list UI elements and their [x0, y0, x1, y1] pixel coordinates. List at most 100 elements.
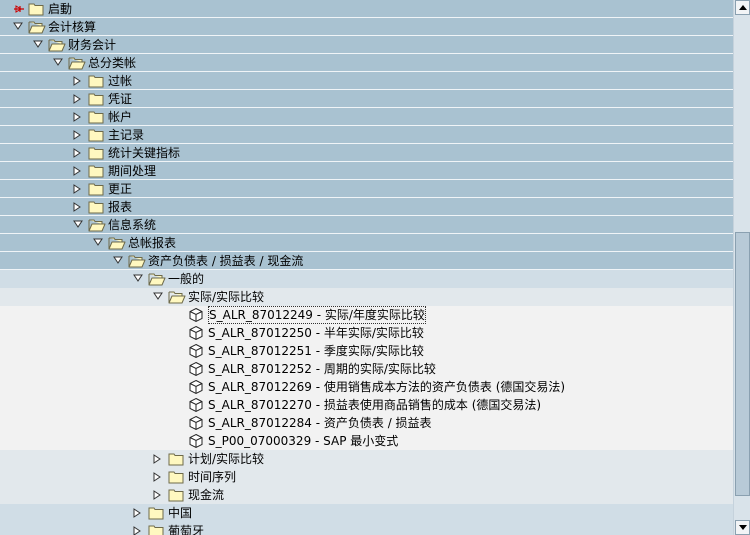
transaction-label[interactable]: S_ALR_87012252 - 周期的实际/实际比较: [208, 360, 436, 378]
folder-label[interactable]: 实际/实际比较: [188, 288, 264, 306]
tree-node[interactable]: 时间序列: [0, 468, 733, 486]
folder-label[interactable]: 时间序列: [188, 468, 236, 486]
tree-node[interactable]: 更正: [0, 180, 733, 198]
collapsed-toggle-icon[interactable]: [72, 90, 84, 108]
tree-node[interactable]: 总帐报表: [0, 234, 733, 252]
transaction-cube-icon: [188, 432, 206, 450]
collapsed-toggle-icon[interactable]: [72, 162, 84, 180]
folder-label[interactable]: 信息系统: [108, 216, 156, 234]
scroll-down-button[interactable]: [735, 520, 750, 535]
transaction-cube-icon: [188, 306, 206, 324]
folder-open-icon: [68, 54, 86, 72]
tree-node[interactable]: 葡萄牙: [0, 522, 733, 535]
tree-node[interactable]: 帐户: [0, 108, 733, 126]
folder-label[interactable]: 帐户: [108, 108, 132, 126]
tree-node[interactable]: 主记录: [0, 126, 733, 144]
tree-node[interactable]: S_ALR_87012270 - 损益表使用商品销售的成本 (德国交易法): [0, 396, 733, 414]
tree-node[interactable]: S_ALR_87012252 - 周期的实际/实际比较: [0, 360, 733, 378]
folder-label[interactable]: 主记录: [108, 126, 144, 144]
collapsed-toggle-icon[interactable]: [72, 108, 84, 126]
collapsed-toggle-icon[interactable]: [152, 468, 164, 486]
tree-node[interactable]: 统计关键指标: [0, 144, 733, 162]
expanded-toggle-icon[interactable]: [92, 234, 104, 252]
folder-open-icon: [28, 18, 46, 36]
collapsed-toggle-icon[interactable]: [152, 486, 164, 504]
folder-label[interactable]: 现金流: [188, 486, 224, 504]
collapsed-toggle-icon[interactable]: [72, 198, 84, 216]
tree-node[interactable]: 凭证: [0, 90, 733, 108]
tree-node[interactable]: S_ALR_87012269 - 使用销售成本方法的资产负债表 (德国交易法): [0, 378, 733, 396]
tree-node[interactable]: 期间处理: [0, 162, 733, 180]
expanded-toggle-icon[interactable]: [52, 54, 64, 72]
folder-label[interactable]: 期间处理: [108, 162, 156, 180]
transaction-cube-icon: [188, 378, 206, 396]
tree-node[interactable]: 启動: [0, 0, 733, 18]
tree-node[interactable]: 实际/实际比较: [0, 288, 733, 306]
folder-open-icon: [128, 252, 146, 270]
transaction-label[interactable]: S_ALR_87012270 - 损益表使用商品销售的成本 (德国交易法): [208, 396, 541, 414]
expanded-toggle-icon[interactable]: [12, 18, 24, 36]
tree-node[interactable]: S_ALR_87012250 - 半年实际/实际比较: [0, 324, 733, 342]
tree-node[interactable]: 一般的: [0, 270, 733, 288]
folder-label[interactable]: 资产负债表 / 损益表 / 现金流: [148, 252, 303, 270]
folder-closed-icon: [148, 504, 166, 522]
tree-node[interactable]: 现金流: [0, 486, 733, 504]
folder-label[interactable]: 总分类帐: [88, 54, 136, 72]
folder-label[interactable]: 会计核算: [48, 18, 96, 36]
tree-node[interactable]: 计划/实际比较: [0, 450, 733, 468]
folder-closed-icon: [168, 486, 186, 504]
folder-label[interactable]: 葡萄牙: [168, 522, 204, 535]
collapsed-toggle-icon[interactable]: [132, 522, 144, 535]
collapsed-toggle-icon[interactable]: [72, 144, 84, 162]
tree-node[interactable]: 资产负债表 / 损益表 / 现金流: [0, 252, 733, 270]
tree-node[interactable]: S_ALR_87012284 - 资产负债表 / 损益表: [0, 414, 733, 432]
expanded-toggle-icon[interactable]: [32, 36, 44, 54]
scrollbar-thumb[interactable]: [735, 232, 750, 496]
collapsed-toggle-icon[interactable]: [72, 180, 84, 198]
folder-label[interactable]: 一般的: [168, 270, 204, 288]
tree-node[interactable]: 会计核算: [0, 18, 733, 36]
folder-label[interactable]: 报表: [108, 198, 132, 216]
tree-node[interactable]: 总分类帐: [0, 54, 733, 72]
vertical-scrollbar[interactable]: [733, 0, 750, 535]
folder-label[interactable]: 中国: [168, 504, 192, 522]
expanded-toggle-icon[interactable]: [132, 270, 144, 288]
expanded-toggle-icon[interactable]: [152, 288, 164, 306]
tree-node[interactable]: 报表: [0, 198, 733, 216]
transaction-label[interactable]: S_ALR_87012284 - 资产负债表 / 损益表: [208, 414, 432, 432]
folder-label[interactable]: 启動: [48, 0, 72, 18]
folder-label[interactable]: 更正: [108, 180, 132, 198]
tree-node[interactable]: S_ALR_87012251 - 季度实际/实际比较: [0, 342, 733, 360]
folder-label[interactable]: 凭证: [108, 90, 132, 108]
tree-node[interactable]: 信息系统: [0, 216, 733, 234]
folder-closed-icon: [88, 72, 106, 90]
transaction-label[interactable]: S_ALR_87012249 - 实际/年度实际比较: [208, 306, 426, 324]
collapsed-toggle-icon[interactable]: [132, 504, 144, 522]
folder-open-icon: [88, 216, 106, 234]
expanded-toggle-icon[interactable]: [72, 216, 84, 234]
transaction-label[interactable]: S_ALR_87012269 - 使用销售成本方法的资产负债表 (德国交易法): [208, 378, 565, 396]
tree-node[interactable]: S_P00_07000329 - SAP 最小变式: [0, 432, 733, 450]
tree-node[interactable]: 中国: [0, 504, 733, 522]
folder-label[interactable]: 统计关键指标: [108, 144, 180, 162]
folder-label[interactable]: 过帐: [108, 72, 132, 90]
transaction-label[interactable]: S_ALR_87012250 - 半年实际/实际比较: [208, 324, 424, 342]
transaction-label[interactable]: S_ALR_87012251 - 季度实际/实际比较: [208, 342, 424, 360]
collapsed-toggle-icon[interactable]: [152, 450, 164, 468]
transaction-label[interactable]: S_P00_07000329 - SAP 最小变式: [208, 432, 398, 450]
scroll-up-button[interactable]: [735, 0, 750, 15]
tree-node[interactable]: 财务会计: [0, 36, 733, 54]
collapsed-toggle-icon[interactable]: [72, 126, 84, 144]
folder-closed-icon: [168, 450, 186, 468]
tree-node[interactable]: S_ALR_87012249 - 实际/年度实际比较: [0, 306, 733, 324]
start-marker-icon[interactable]: [12, 0, 24, 18]
folder-label[interactable]: 总帐报表: [128, 234, 176, 252]
expanded-toggle-icon[interactable]: [112, 252, 124, 270]
tree-node[interactable]: 过帐: [0, 72, 733, 90]
transaction-cube-icon: [188, 360, 206, 378]
collapsed-toggle-icon[interactable]: [72, 72, 84, 90]
menu-tree: 启動 会计核算 财务会计 总分类帐 过帐 凭证 帐户 主记录 统计关键指标 期间处理 更正 报表 信息系…: [0, 0, 733, 535]
folder-closed-icon: [88, 108, 106, 126]
folder-label[interactable]: 财务会计: [68, 36, 116, 54]
folder-label[interactable]: 计划/实际比较: [188, 450, 264, 468]
